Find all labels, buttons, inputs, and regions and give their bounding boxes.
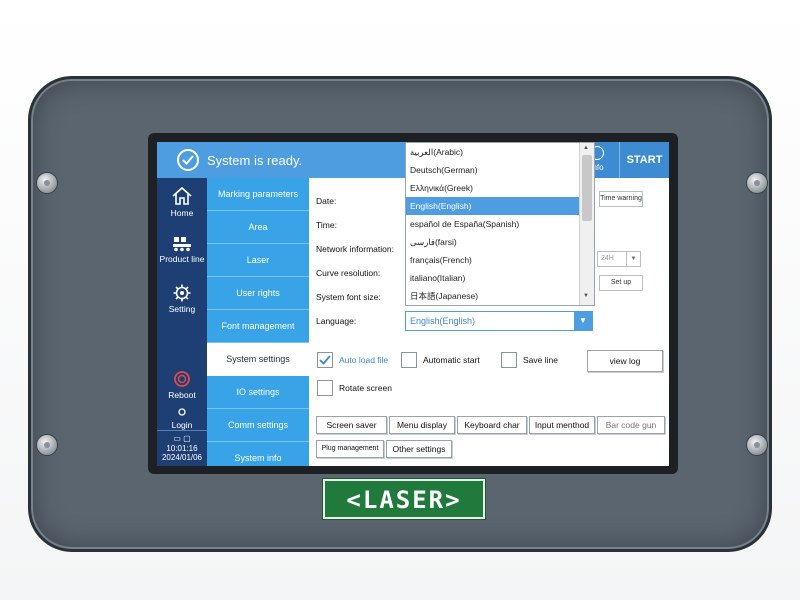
touch-screen: System is ready. g info START Home Produ…: [157, 142, 669, 466]
screw-bottom-right-icon: [746, 434, 768, 456]
nav-home-label: Home: [170, 208, 194, 218]
rotate-screen-label: Rotate screen: [339, 383, 392, 393]
screw-top-right-icon: [746, 172, 768, 194]
scrollbar-thumb[interactable]: [582, 155, 592, 221]
submenu-io-settings[interactable]: IO settings: [207, 376, 309, 409]
language-option-italian[interactable]: italiano(Italian): [406, 269, 579, 287]
language-option-french[interactable]: français(French): [406, 251, 579, 269]
setup-button[interactable]: Set up: [599, 275, 643, 291]
screen-saver-button[interactable]: Screen saver: [316, 416, 387, 434]
home-icon: [172, 186, 192, 205]
scroll-up-icon[interactable]: ▲: [583, 145, 589, 151]
clock-date: 2024/01/06: [161, 453, 203, 462]
system-clock: ▭ ▢ 10:01:16 2024/01/06: [157, 430, 207, 466]
system-settings-panel: Date: Time: Network information: Curve r…: [309, 142, 669, 466]
time-format-value: 24H: [601, 255, 614, 262]
plug-management-button[interactable]: Plug management: [316, 440, 384, 458]
submenu-user-rights[interactable]: User rights: [207, 277, 309, 310]
reboot-button[interactable]: Reboot: [157, 370, 207, 404]
submenu-system-settings[interactable]: System settings: [207, 343, 309, 376]
view-log-button[interactable]: view log: [587, 350, 663, 372]
submenu-font-management[interactable]: Font management: [207, 310, 309, 343]
main-navigation: Home Product line Setting Reboot Login ▭…: [157, 178, 207, 466]
start-button[interactable]: START: [619, 142, 669, 178]
input-method-button[interactable]: Input menthod: [529, 416, 595, 434]
chevron-down-icon: ▼: [574, 312, 592, 330]
checkmark-icon: [319, 355, 331, 365]
scroll-down-icon[interactable]: ▼: [583, 293, 589, 299]
auto-load-file-checkbox[interactable]: [317, 352, 333, 368]
network-label: Network information:: [316, 244, 394, 254]
rotate-screen-checkbox[interactable]: [317, 380, 333, 396]
language-select[interactable]: English(English) ▼: [405, 311, 593, 331]
submenu-laser[interactable]: Laser: [207, 244, 309, 277]
submenu-marking-parameters[interactable]: Marking parameters: [207, 178, 309, 211]
nav-home[interactable]: Home: [157, 184, 207, 226]
screw-top-left-icon: [36, 172, 58, 194]
keyboard-char-button[interactable]: Keyboard char: [457, 416, 527, 434]
language-label: Language:: [316, 316, 357, 326]
screw-bottom-left-icon: [36, 434, 58, 456]
chevron-down-icon: ▼: [626, 252, 640, 266]
nav-setting[interactable]: Setting: [157, 284, 207, 324]
font-size-label: System font size:: [316, 292, 381, 302]
time-label: Time:: [316, 220, 337, 230]
gear-icon: [173, 284, 191, 302]
power-icon: [174, 371, 190, 387]
nav-product-line[interactable]: Product line: [157, 236, 207, 276]
settings-submenu: Marking parameters Area Laser User right…: [207, 178, 309, 466]
submenu-system-info[interactable]: System info: [207, 442, 309, 466]
curve-resolution-label: Curve resolution:: [316, 268, 381, 278]
reboot-label: Reboot: [168, 390, 196, 400]
keyboard-monitor-icon: ▭ ▢: [173, 434, 191, 443]
language-option-spanish[interactable]: español de España(Spanish): [406, 215, 579, 233]
time-format-select[interactable]: 24H ▼: [597, 251, 641, 267]
laser-logo: <LASER>: [322, 478, 486, 520]
conveyor-icon: [173, 237, 191, 252]
submenu-comm-settings[interactable]: Comm settings: [207, 409, 309, 442]
submenu-area[interactable]: Area: [207, 211, 309, 244]
language-option-arabic[interactable]: العربية(Arabic): [406, 143, 579, 161]
user-icon: [178, 408, 186, 416]
auto-load-file-label: Auto load file: [339, 355, 389, 365]
login-label: Login: [171, 420, 193, 430]
check-circle-icon: [177, 149, 199, 171]
date-label: Date:: [316, 196, 337, 206]
save-line-label: Save line: [523, 355, 558, 365]
status-text: System is ready.: [207, 153, 303, 168]
language-option-japanese[interactable]: 日本語(Japanese): [406, 287, 579, 305]
automatic-start-checkbox[interactable]: [401, 352, 417, 368]
clock-time: 10:01:16: [166, 444, 198, 453]
product-photo: System is ready. g info START Home Produ…: [0, 0, 800, 600]
language-option-english[interactable]: English(English): [406, 197, 579, 215]
language-option-greek[interactable]: Ελληνικά(Greek): [406, 179, 579, 197]
nav-setting-label: Setting: [168, 304, 196, 314]
nav-product-line-label: Product line: [159, 254, 205, 264]
time-warning-button[interactable]: Time warning: [599, 191, 643, 207]
language-option-german[interactable]: Deutsch(German): [406, 161, 579, 179]
dropdown-scrollbar[interactable]: ▲ ▼: [579, 143, 594, 305]
language-option-farsi[interactable]: فارسی(farsi): [406, 233, 579, 251]
automatic-start-label: Automatic start: [423, 355, 480, 365]
bar-code-gun-button[interactable]: Bar code gun: [597, 416, 665, 434]
save-line-checkbox[interactable]: [501, 352, 517, 368]
language-dropdown-list: العربية(Arabic) Deutsch(German) Ελληνικά…: [405, 142, 595, 306]
other-settings-button[interactable]: Other settings: [386, 440, 452, 458]
language-selected-value: English(English): [410, 316, 476, 326]
menu-display-button[interactable]: Menu display: [389, 416, 455, 434]
